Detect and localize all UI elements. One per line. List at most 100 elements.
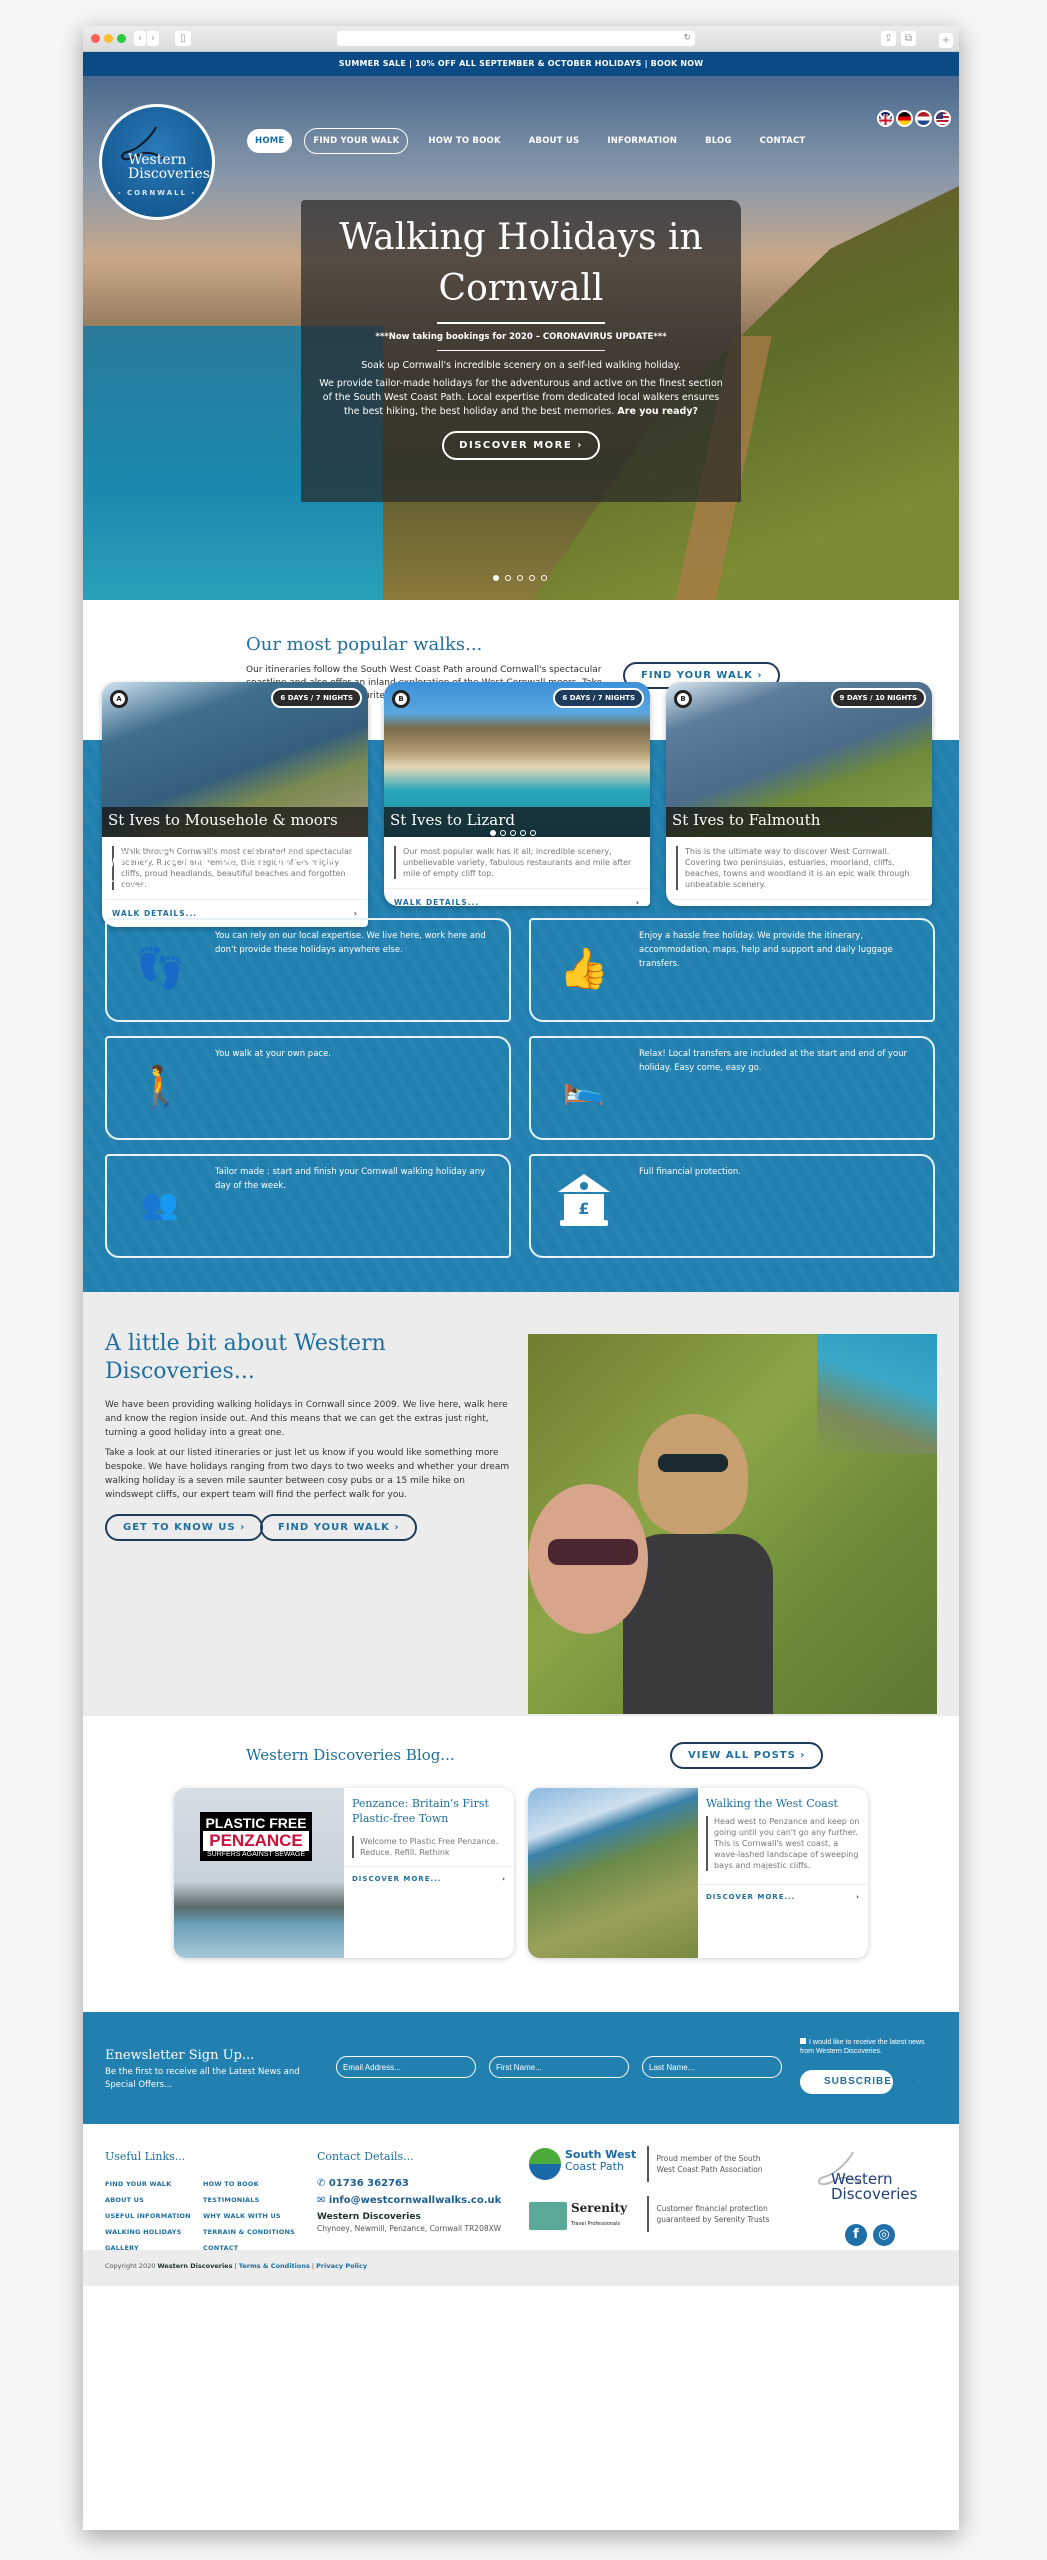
privacy-link[interactable]: Privacy Policy — [316, 2262, 367, 2270]
footer-link-how-to-book[interactable]: HOW TO BOOK — [203, 2180, 301, 2188]
maximize-window-button[interactable] — [117, 34, 126, 43]
discover-more-link[interactable]: DISCOVER MORE... › — [344, 1866, 514, 1891]
find-your-walk-button[interactable]: FIND YOUR WALK › — [260, 1514, 418, 1541]
last-name-field[interactable] — [642, 2056, 782, 2078]
discover-more-link[interactable]: DISCOVER MORE... › — [698, 1884, 868, 1909]
partner-serenity[interactable]: Serenity Travel Professionals Customer fi… — [529, 2196, 777, 2232]
chevron-right-icon: › — [911, 2076, 917, 2087]
email-field[interactable] — [336, 2056, 476, 2078]
slider-dot[interactable] — [517, 575, 523, 581]
copyright-text: Copyright 2020 — [105, 2262, 156, 2270]
new-tab-button[interactable]: + — [939, 33, 953, 48]
footer-link-terrain-conditions[interactable]: TERRAIN & CONDITIONS — [203, 2228, 301, 2236]
feature-text: You can rely on our local expertise. We … — [215, 931, 486, 955]
partner-swcp[interactable]: South West Coast Path Proud member of the… — [529, 2146, 777, 2182]
minimize-window-button[interactable] — [104, 34, 113, 43]
carousel-dot[interactable] — [500, 830, 506, 836]
blog-image: PLASTIC FREE PENZANCE SURFERS AGAINST SE… — [174, 1788, 344, 1958]
back-button[interactable]: ‹ — [134, 31, 146, 46]
facebook-icon[interactable]: f — [845, 2224, 867, 2246]
footer-link-testimonials[interactable]: TESTIMONIALS — [203, 2196, 301, 2204]
walk-card[interactable]: B 9 DAYS / 10 NIGHTS St Ives to Falmouth… — [666, 682, 932, 906]
flag-uk-icon[interactable] — [877, 110, 894, 127]
phone-icon: ✆ — [317, 2178, 326, 2189]
share-icon[interactable]: ⇪ — [881, 31, 896, 46]
popular-walks-title: Our most popular walks... — [246, 634, 483, 655]
feature-text: You walk at your own pace. — [215, 1049, 332, 1059]
feature-box: 👍 Enjoy a hassle free holiday. We provid… — [529, 918, 935, 1022]
blog-post-title[interactable]: Penzance: Britain's First Plastic-free T… — [352, 1796, 506, 1826]
nav-contact[interactable]: CONTACT — [752, 129, 814, 153]
nav-about-us[interactable]: ABOUT US — [521, 129, 588, 153]
nav-how-to-book[interactable]: HOW TO BOOK — [420, 129, 508, 153]
browser-window: ‹ › ▯ ↻ ⇪ ⧉ + SUMMER SALE | 10% OFF ALL … — [83, 26, 959, 2530]
consent-checkbox-label[interactable]: I would like to receive the latest news … — [800, 2038, 930, 2056]
about-section: A little bit about Western Discoveries..… — [83, 1292, 959, 1716]
first-name-field[interactable] — [489, 2056, 629, 2078]
blog-title: Western Discoveries Blog... — [246, 1746, 455, 1764]
walk-description: This is the ultimate way to discover Wes… — [676, 846, 922, 890]
carousel-dot[interactable] — [520, 830, 526, 836]
footer-link-useful-information[interactable]: USEFUL INFORMATION — [105, 2212, 203, 2220]
copyright-company: Western Discoveries — [157, 2262, 233, 2270]
get-to-know-us-button[interactable]: GET TO KNOW US › — [105, 1514, 264, 1541]
phone-link[interactable]: ✆ 01736 362763 — [317, 2178, 501, 2189]
carousel-dot[interactable] — [530, 830, 536, 836]
nav-blog[interactable]: BLOG — [697, 129, 740, 153]
hero-slider-dots — [493, 575, 547, 581]
walk-image: A 6 DAYS / 7 NIGHTS St Ives to Mousehole… — [102, 682, 368, 837]
feature-text: Full financial protection. — [639, 1167, 742, 1177]
coronavirus-update-link[interactable]: ***Now taking bookings for 2020 – CORONA… — [301, 332, 741, 342]
email-link[interactable]: ✉ info@westcornwallwalks.co.uk — [317, 2195, 501, 2206]
company-address: Chynoey, Newmill, Penzance, Cornwall TR2… — [317, 2224, 502, 2233]
serenity-name-1: Serenity — [571, 2201, 628, 2215]
subscribe-button[interactable]: SUBSCRIBE › — [800, 2070, 915, 2094]
promo-bar[interactable]: SUMMER SALE | 10% OFF ALL SEPTEMBER & OC… — [83, 52, 959, 76]
blog-card[interactable]: Walking the West Coast Head west to Penz… — [528, 1788, 868, 1958]
walks-and-why-section: A 6 DAYS / 7 NIGHTS St Ives to Mousehole… — [83, 682, 959, 1292]
flag-netherlands-icon[interactable] — [915, 110, 932, 127]
feature-box: 👥 Tailor made : start and finish your Co… — [105, 1154, 511, 1258]
close-window-button[interactable] — [91, 34, 100, 43]
flag-usa-icon[interactable] — [934, 110, 951, 127]
footer-link-about-us[interactable]: ABOUT US — [105, 2196, 203, 2204]
carousel-dot[interactable] — [490, 830, 496, 836]
footer-link-why-walk-with-us[interactable]: WHY WALK WITH US — [203, 2212, 301, 2220]
address-bar[interactable]: ↻ — [337, 31, 695, 46]
nav-find-your-walk[interactable]: FIND YOUR WALK — [304, 128, 409, 154]
sidebar-toggle-icon[interactable]: ▯ — [175, 31, 191, 46]
footer-link-walking-holidays[interactable]: WALKING HOLIDAYS — [105, 2228, 203, 2236]
serenity-text: Customer financial protection guaranteed… — [656, 2204, 770, 2224]
flag-germany-icon[interactable] — [896, 110, 913, 127]
hero-overlay: Walking Holidays in Cornwall ***Now taki… — [301, 200, 741, 502]
footer-link-find-your-walk[interactable]: FIND YOUR WALK — [105, 2180, 203, 2188]
nav-home[interactable]: HOME — [247, 129, 293, 153]
hero-title: Walking Holidays in Cornwall — [339, 217, 703, 309]
consent-checkbox[interactable] — [800, 2038, 806, 2044]
blog-post-title[interactable]: Walking the West Coast — [706, 1796, 860, 1811]
language-switcher — [877, 110, 951, 127]
browser-toolbar: ‹ › ▯ ↻ ⇪ ⧉ + — [83, 26, 959, 52]
view-all-posts-button[interactable]: VIEW ALL POSTS › — [670, 1742, 824, 1769]
walk-details-link[interactable]: WALK DETAILS...› — [666, 899, 932, 906]
divider — [647, 2146, 649, 2182]
forward-button[interactable]: › — [147, 31, 159, 46]
slider-dot[interactable] — [541, 575, 547, 581]
slider-dot[interactable] — [505, 575, 511, 581]
hero-section: Western Discoveries - CORNWALL - HOME FIN… — [83, 76, 959, 600]
blog-card[interactable]: PLASTIC FREE PENZANCE SURFERS AGAINST SE… — [174, 1788, 514, 1958]
site-logo[interactable]: Western Discoveries - CORNWALL - — [99, 104, 215, 220]
nav-information[interactable]: INFORMATION — [599, 129, 685, 153]
feature-text: Relax! Local transfers are included at t… — [639, 1049, 908, 1073]
carousel-dot[interactable] — [510, 830, 516, 836]
reload-icon[interactable]: ↻ — [683, 31, 691, 46]
walk-details-label: WALK DETAILS... — [112, 909, 198, 918]
instagram-icon[interactable]: ◎ — [873, 2224, 895, 2246]
slider-dot[interactable] — [529, 575, 535, 581]
serenity-name: Serenity Travel Professionals — [571, 2202, 627, 2231]
chevron-right-icon: › — [502, 1875, 506, 1883]
terms-link[interactable]: Terms & Conditions — [239, 2262, 310, 2270]
discover-more-button[interactable]: DISCOVER MORE › — [442, 431, 600, 460]
slider-dot[interactable] — [493, 575, 499, 581]
tabs-icon[interactable]: ⧉ — [901, 31, 916, 46]
